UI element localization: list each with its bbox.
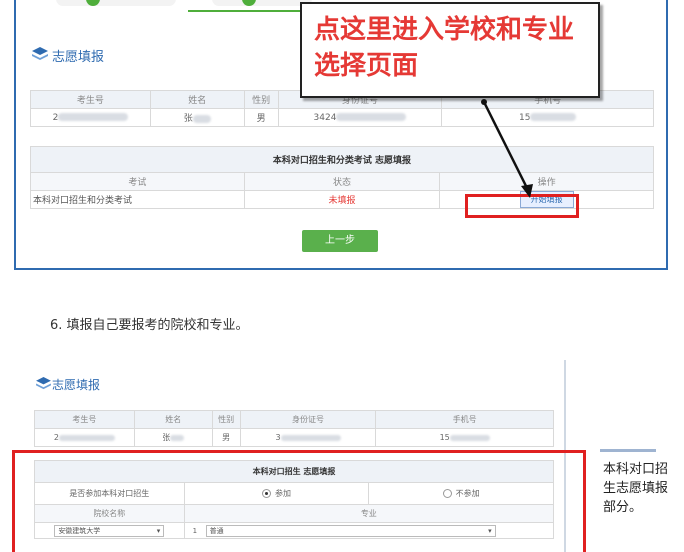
- table-header-row: 考生号 姓名 性别 身份证号 手机号: [34, 410, 554, 429]
- col-action: 操作: [439, 172, 654, 191]
- exam-table-caption: 本科对口招生和分类考试 志愿填报: [30, 146, 654, 173]
- student-info-table: 考生号 姓名 性别 身份证号 手机号 2 张 男 3 15: [34, 410, 554, 447]
- col-exam-number: 考生号: [30, 90, 151, 109]
- layers-icon: [32, 47, 48, 60]
- col-gender: 性别: [211, 410, 241, 429]
- cell-exam-name: 本科对口招生和分类考试: [30, 190, 245, 209]
- col-name: 姓名: [133, 410, 213, 429]
- section-title: 志愿填报: [36, 376, 100, 393]
- section-title: 志愿填报: [32, 46, 105, 65]
- step-instruction-text: 6. 填报自己要报考的院校和专业。: [50, 318, 249, 333]
- cell-name: 张: [149, 108, 245, 127]
- col-name: 姓名: [149, 90, 245, 109]
- cell-gender: 男: [211, 428, 241, 447]
- table-row: 2 张 男 3424 15: [30, 108, 654, 127]
- previous-step-button[interactable]: 上一步: [302, 230, 378, 252]
- cell-exam-number: 2: [30, 108, 151, 127]
- cell-gender: 男: [243, 108, 279, 127]
- step-pill: [56, 0, 176, 6]
- col-id-number: 身份证号: [239, 410, 377, 429]
- highlight-box: [465, 194, 579, 218]
- cell-name: 张: [133, 428, 213, 447]
- table-row: 2 张 男 3 15: [34, 428, 554, 447]
- col-phone: 手机号: [375, 410, 554, 429]
- section-title-text: 志愿填报: [52, 50, 105, 65]
- cell-phone: 15: [375, 428, 554, 447]
- side-note-text: 本科对口招生志愿填报部分。: [603, 462, 669, 515]
- col-exam: 考试: [30, 172, 245, 191]
- status-badge: 未填报: [243, 190, 441, 209]
- table-header-row: 考试 状态 操作: [30, 172, 654, 191]
- cell-phone: 15: [441, 108, 654, 127]
- callout-annotation: 点这里进入学校和专业选择页面: [300, 2, 600, 98]
- col-exam-number: 考生号: [34, 410, 135, 429]
- cell-id-number: 3424: [277, 108, 443, 127]
- layers-icon: [36, 377, 51, 390]
- table-caption-row: 本科对口招生和分类考试 志愿填报: [30, 146, 654, 173]
- section-title-text: 志愿填报: [52, 378, 101, 392]
- cell-id-number: 3: [239, 428, 377, 447]
- cell-exam-number: 2: [34, 428, 135, 447]
- col-gender: 性别: [243, 90, 279, 109]
- highlight-box: [12, 450, 586, 552]
- step-progress-line: [188, 10, 308, 12]
- side-note-divider: [600, 449, 656, 452]
- step-pill: [212, 0, 312, 6]
- col-status: 状态: [243, 172, 441, 191]
